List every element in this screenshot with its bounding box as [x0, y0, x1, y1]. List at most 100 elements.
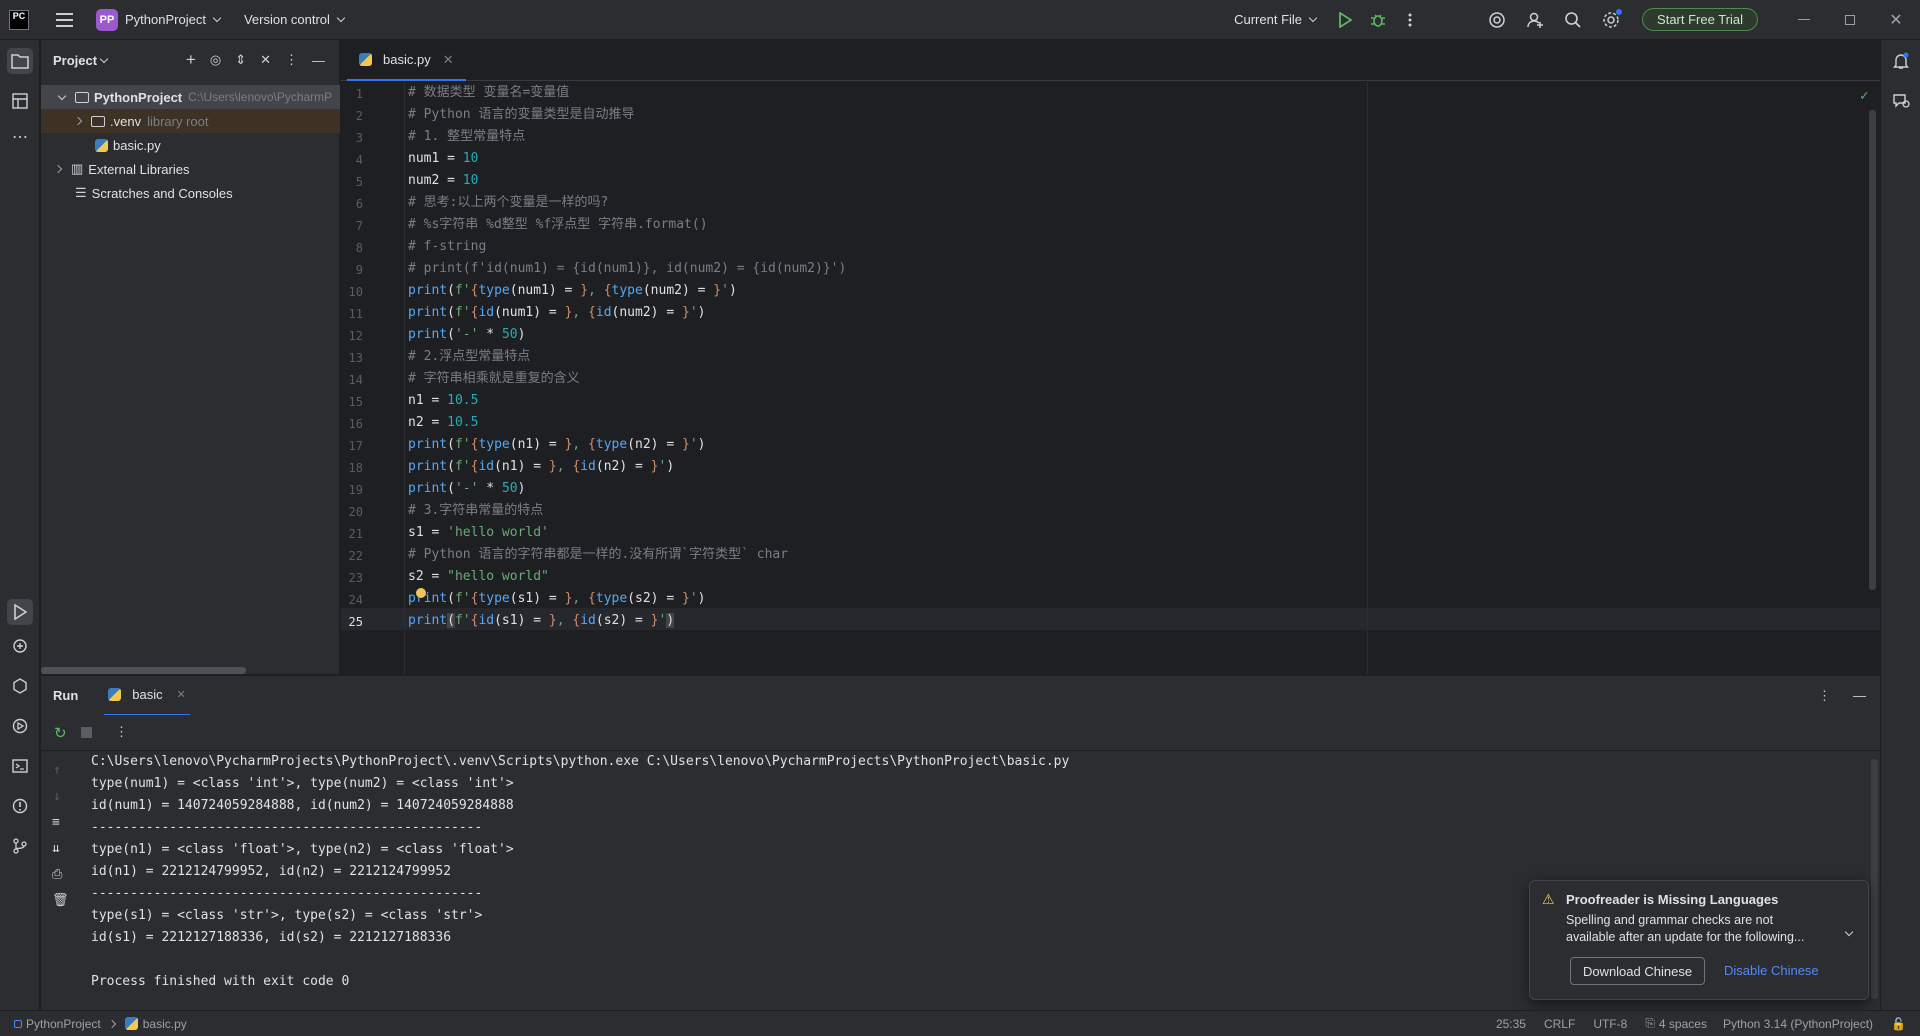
line-number-gutter: 1 2 3 4 5 6 7 8 9 10 11 12 13 14 15 16 1… [341, 82, 405, 674]
soft-wrap-icon[interactable]: ≡ [52, 815, 60, 830]
ai-chat-icon[interactable] [1888, 88, 1914, 114]
tree-item-label: PythonProject [94, 89, 183, 105]
chevron-right-icon [53, 164, 63, 174]
intention-bulb-icon[interactable] [416, 588, 426, 598]
breadcrumb-file[interactable]: basic.py [143, 1017, 187, 1031]
tree-item-scratches[interactable]: ☰ Scratches and Consoles [41, 181, 340, 205]
expand-notification-icon[interactable] [1844, 927, 1854, 937]
chevron-down-icon [99, 54, 109, 63]
clear-console-icon[interactable]: 🗑 [52, 893, 69, 908]
run-panel-title: Run [53, 688, 79, 703]
run-services-icon[interactable] [7, 713, 33, 739]
git-icon[interactable] [7, 833, 33, 859]
editor-scrollbar[interactable] [1869, 110, 1876, 590]
python-interpreter[interactable]: Python 3.14 (PythonProject) [1723, 1017, 1873, 1031]
console-line: id(num1) = 140724059284888, id(num2) = 1… [91, 798, 514, 813]
python-packages-icon[interactable] [7, 633, 33, 659]
run-config-selector[interactable]: Current File [1234, 12, 1320, 27]
restore-icon[interactable] [1840, 14, 1860, 25]
console-line: Process finished with exit code 0 [91, 974, 350, 989]
chevron-down-icon [57, 91, 67, 100]
python-file-icon [124, 1017, 138, 1030]
run-config-label: Current File [1234, 12, 1303, 27]
panel-options-icon[interactable]: ⋮ [285, 52, 298, 68]
tab-basic-py[interactable]: basic.py ✕ [347, 40, 466, 81]
hide-run-panel-icon[interactable]: — [1853, 688, 1866, 703]
run-icon[interactable] [1338, 11, 1353, 28]
rerun-icon[interactable]: ↻ [54, 724, 67, 742]
download-chinese-button[interactable]: Download Chinese [1570, 957, 1705, 985]
code-line: # 字符串相乘就是重复的含义 [408, 371, 580, 386]
code-editor[interactable]: 1 2 3 4 5 6 7 8 9 10 11 12 13 14 15 16 1… [341, 82, 1880, 674]
debug-icon[interactable] [1370, 12, 1386, 28]
tree-item-external-libraries[interactable]: ▥ External Libraries [41, 157, 340, 181]
structure-tool-icon[interactable] [7, 88, 33, 114]
console-scrollbar[interactable] [1871, 759, 1878, 999]
no-problems-check-icon[interactable]: ✓ [1860, 88, 1868, 104]
project-selector[interactable]: PythonProject [125, 12, 224, 27]
search-icon[interactable] [1564, 11, 1582, 29]
tree-item-project-root[interactable]: PythonProject C:\Users\lenovo\PycharmP [41, 85, 340, 109]
tree-item-venv[interactable]: .venv library root [41, 109, 340, 133]
scroll-to-end-icon[interactable]: ⇊ [52, 841, 60, 856]
hide-panel-icon[interactable]: — [312, 53, 325, 68]
line-number: 15 [348, 395, 363, 409]
scroll-up-icon[interactable]: ↑ [53, 763, 61, 778]
expand-all-icon[interactable]: ⇕ [235, 52, 246, 68]
problems-icon[interactable] [7, 793, 33, 819]
start-trial-button[interactable]: Start Free Trial [1642, 8, 1758, 31]
indent-setting[interactable]: 4 spaces [1659, 1017, 1707, 1031]
line-ending[interactable]: CRLF [1544, 1017, 1575, 1031]
stop-icon[interactable] [81, 727, 92, 738]
lock-icon[interactable]: 🔓 [1891, 1017, 1906, 1031]
run-tool-icon[interactable] [7, 599, 33, 625]
disable-chinese-link[interactable]: Disable Chinese [1724, 963, 1819, 978]
breadcrumb-project[interactable]: PythonProject [26, 1017, 101, 1031]
services-icon[interactable] [7, 673, 33, 699]
add-user-icon[interactable] [1526, 11, 1544, 29]
print-icon[interactable]: ⎙ [52, 867, 62, 882]
horizontal-scrollbar[interactable] [41, 667, 246, 674]
caret-position[interactable]: 25:35 [1496, 1017, 1526, 1031]
console-side-toolbar: ↑ ↓ ≡ ⇊ ⎙ 🗑 [41, 751, 79, 1010]
vcs-selector[interactable]: Version control [244, 12, 348, 27]
scroll-down-icon[interactable]: ↓ [53, 789, 61, 804]
close-window-icon[interactable]: ✕ [1886, 10, 1906, 30]
scratches-icon: ☰ [75, 185, 87, 200]
line-number: 2 [355, 109, 363, 123]
project-panel: Project + ◎ ⇕ ✕ ⋮ — PythonProject C:\Use… [41, 40, 340, 674]
python-file-icon [108, 688, 122, 701]
line-number: 24 [348, 593, 363, 607]
new-file-icon[interactable]: + [186, 50, 196, 70]
run-options-icon[interactable]: ⋮ [1818, 688, 1831, 704]
console-line: ----------------------------------------… [91, 886, 483, 901]
notifications-icon[interactable] [1888, 48, 1914, 74]
more-tools-icon[interactable]: ⋯ [7, 124, 33, 150]
tree-item-basic-py[interactable]: basic.py [41, 133, 340, 157]
console-line: type(s1) = <class 'str'>, type(s2) = <cl… [91, 908, 483, 923]
locate-file-icon[interactable]: ◎ [210, 52, 221, 68]
run-tab-label: basic [132, 687, 163, 702]
line-number: 11 [348, 307, 363, 321]
run-more-icon[interactable]: ⋮ [115, 724, 128, 740]
close-tab-icon[interactable]: ✕ [443, 52, 454, 68]
left-tool-strip: ⋯ [0, 40, 40, 1010]
console-line: type(n1) = <class 'float'>, type(n2) = <… [91, 842, 514, 857]
minimize-icon[interactable] [1794, 19, 1814, 20]
code-line: print('-' * 50) [408, 327, 526, 342]
ai-assistant-icon[interactable] [1488, 11, 1506, 29]
project-panel-title[interactable]: Project [53, 53, 97, 68]
project-tool-icon[interactable] [7, 48, 33, 74]
warning-icon: ⚠ [1542, 891, 1555, 907]
collapse-all-icon[interactable]: ✕ [260, 52, 271, 68]
code-line: # %s字符串 %d整型 %f浮点型 字符串.format() [408, 217, 708, 232]
tab-run-basic[interactable]: basic ✕ [104, 676, 190, 716]
settings-icon[interactable] [1602, 8, 1623, 29]
file-encoding[interactable]: UTF-8 [1593, 1017, 1627, 1031]
close-tab-icon[interactable]: ✕ [177, 688, 186, 701]
more-actions-icon[interactable] [1402, 13, 1418, 27]
project-panel-header: Project + ◎ ⇕ ✕ ⋮ — [41, 40, 339, 80]
terminal-icon[interactable] [7, 753, 33, 779]
main-menu-icon[interactable] [56, 12, 73, 27]
tab-label: basic.py [383, 52, 431, 67]
